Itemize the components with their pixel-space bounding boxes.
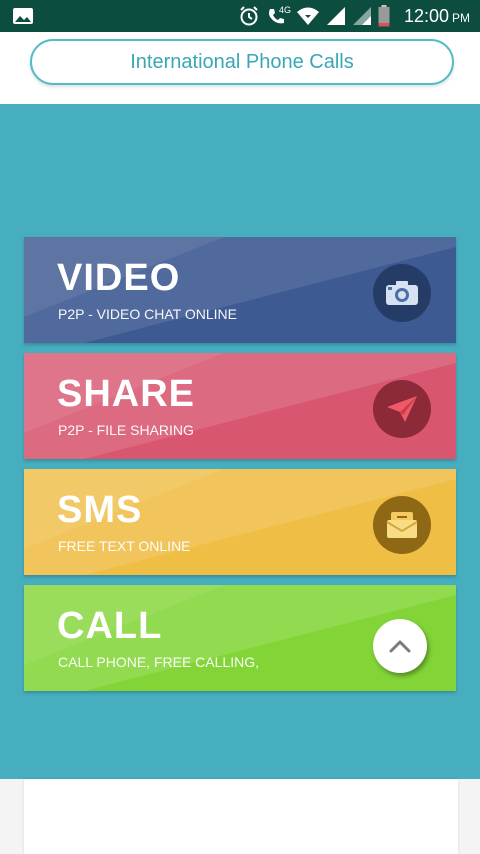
card-subtitle: P2P - VIDEO CHAT ONLINE xyxy=(58,306,237,322)
clock: 12:00 PM xyxy=(403,5,470,26)
scroll-top-button[interactable] xyxy=(373,619,427,673)
share-card[interactable]: SHARE P2P - FILE SHARING xyxy=(24,353,456,459)
status-icons: 4G 12:00 PM xyxy=(238,0,470,32)
image-icon xyxy=(13,8,33,24)
wifi-call-icon: 4G xyxy=(266,5,291,27)
international-calls-button[interactable]: International Phone Calls xyxy=(30,39,454,85)
battery-icon xyxy=(378,5,390,27)
card-title: CALL xyxy=(57,605,163,647)
message-icon xyxy=(373,496,431,554)
international-calls-label: International Phone Calls xyxy=(130,50,354,73)
chevron-up-icon xyxy=(389,640,411,653)
status-bar: 4G 12:00 PM xyxy=(0,0,480,32)
header: International Phone Calls xyxy=(0,32,480,104)
signal-icon-2 xyxy=(352,7,371,25)
camera-icon xyxy=(373,264,431,322)
card-title: SHARE xyxy=(57,373,196,415)
bottom-panel xyxy=(24,779,458,854)
card-subtitle: P2P - FILE SHARING xyxy=(58,422,194,438)
video-card[interactable]: VIDEO P2P - VIDEO CHAT ONLINE xyxy=(24,237,456,343)
paper-plane-icon xyxy=(373,380,431,438)
network-type-label: 4G xyxy=(278,5,291,15)
sms-card[interactable]: SMS FREE TEXT ONLINE xyxy=(24,469,456,575)
card-subtitle: FREE TEXT ONLINE xyxy=(58,538,191,554)
card-title: SMS xyxy=(57,489,143,531)
card-title: VIDEO xyxy=(57,257,181,299)
card-subtitle: CALL PHONE, FREE CALLING, xyxy=(58,654,259,670)
signal-icon xyxy=(326,7,345,25)
alarm-icon xyxy=(240,6,258,26)
wifi-icon xyxy=(296,7,319,25)
